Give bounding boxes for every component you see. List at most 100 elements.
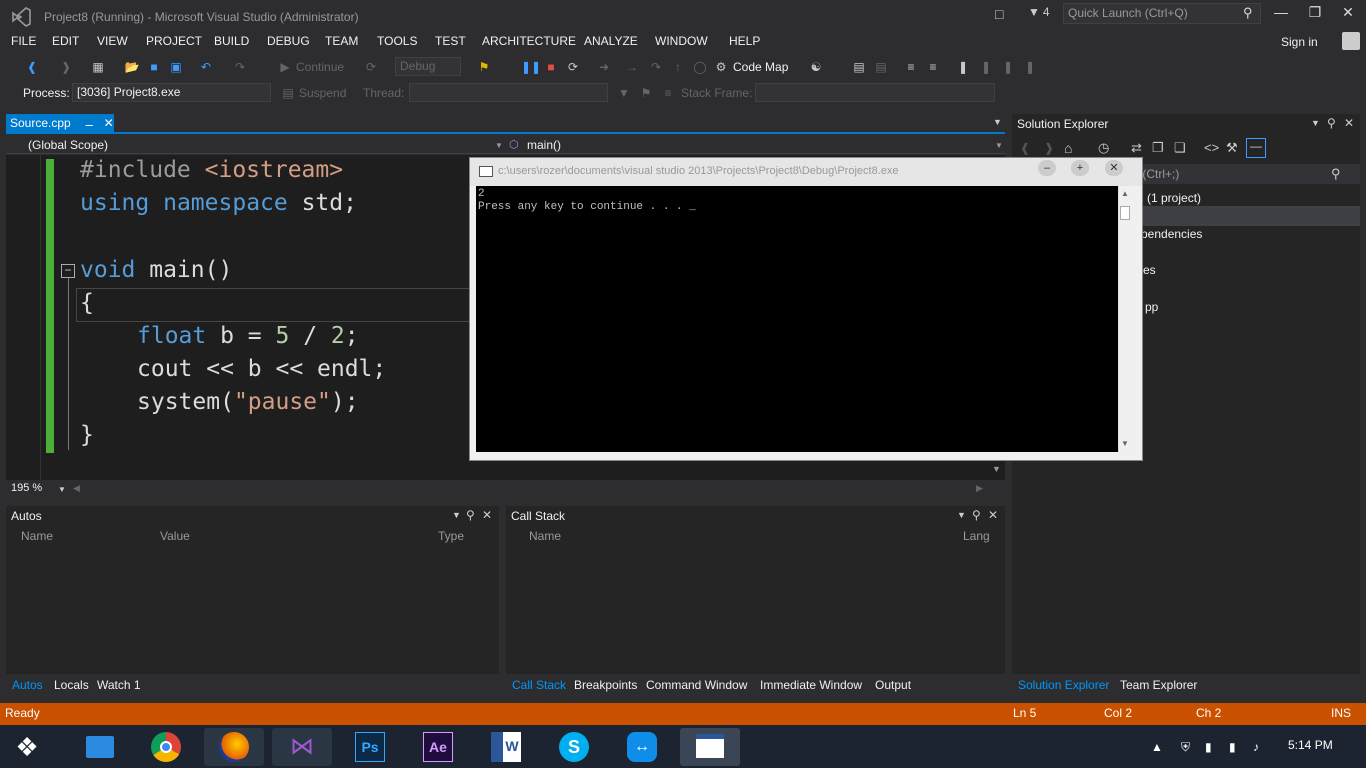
autos-options-icon[interactable]: ▼ (452, 510, 461, 520)
step-over-icon[interactable]: ↷ (648, 59, 664, 75)
stack-icon[interactable]: ≡ (660, 85, 676, 101)
volume-icon[interactable]: ♪ (1253, 740, 1259, 754)
back-icon[interactable]: ❰ (1020, 141, 1030, 155)
scope-dropdown-icon[interactable]: ▼ (495, 141, 503, 150)
call-stack-col-name[interactable]: Name (529, 529, 561, 543)
teamviewer-icon[interactable]: ↔ (612, 728, 672, 766)
uncomment-icon[interactable]: ≡ (925, 59, 941, 75)
call-stack-options-icon[interactable]: ▼ (957, 510, 966, 520)
visual-studio-taskbar-icon[interactable]: ⋈ (272, 728, 332, 766)
menu-team[interactable]: TEAM (325, 34, 358, 48)
show-next-statement-icon[interactable]: ➜ (596, 59, 612, 75)
forward-icon[interactable]: ❱ (1044, 141, 1054, 155)
tab-breakpoints[interactable]: Breakpoints (574, 678, 637, 692)
zoom-select[interactable]: 195 % (11, 482, 42, 494)
restart-dropdown-icon[interactable]: ⟳ (363, 59, 379, 75)
notification-icon[interactable]: □ (995, 6, 1003, 22)
menu-architecture[interactable]: ARCHITECTURE (482, 34, 576, 48)
skype-icon[interactable]: S (544, 728, 604, 766)
file-explorer-icon[interactable] (70, 728, 130, 766)
scroll-right-icon[interactable]: ▶ (976, 483, 983, 494)
console-maximize-icon[interactable]: + (1071, 160, 1089, 176)
new-project-icon[interactable]: ▦ (90, 59, 106, 75)
member-select[interactable]: main() (527, 138, 561, 152)
redo-icon[interactable]: ↷ (232, 59, 248, 75)
tab-autos[interactable]: Autos (12, 678, 43, 692)
scroll-left-icon[interactable]: ◀ (73, 483, 80, 494)
stop-icon[interactable]: ■ (543, 59, 559, 75)
tab-source-cpp[interactable]: Source.cpp ⚊ ✕ (6, 114, 114, 132)
restore-button[interactable]: ❐ (1303, 4, 1327, 24)
step-into-icon[interactable]: → (624, 59, 640, 75)
forward-icon[interactable]: ❱ (58, 59, 74, 75)
console-scroll-up-icon[interactable]: ▲ (1121, 189, 1129, 198)
menu-build[interactable]: BUILD (214, 34, 249, 48)
word-icon[interactable]: W (476, 728, 536, 766)
search-icon[interactable]: ⚲ (1243, 5, 1253, 21)
code-map-button[interactable]: Code Map (733, 60, 788, 74)
avatar-icon[interactable] (1342, 32, 1360, 50)
menu-analyze[interactable]: ANALYZE (584, 34, 638, 48)
properties-icon[interactable]: ⚒ (1226, 140, 1238, 156)
continue-button[interactable]: Continue (296, 60, 344, 74)
console-minimize-icon[interactable]: – (1038, 160, 1056, 176)
toggle-icon[interactable]: ▤ (851, 59, 867, 75)
feedback-flag[interactable]: ▼ 4 (1028, 5, 1050, 19)
save-icon[interactable]: ■ (146, 59, 162, 75)
pin-icon[interactable]: ⚲ (1327, 116, 1336, 130)
tab-call-stack[interactable]: Call Stack (512, 678, 566, 692)
photoshop-icon[interactable]: Ps (340, 728, 400, 766)
close-window-button[interactable]: ✕ (1336, 4, 1360, 24)
menu-tools[interactable]: TOOLS (377, 34, 417, 48)
home-icon[interactable]: ⌂ (1064, 140, 1072, 156)
show-all-files-icon[interactable]: ❏ (1174, 140, 1186, 156)
menu-debug[interactable]: DEBUG (267, 34, 310, 48)
tab-output[interactable]: Output (875, 678, 911, 692)
start-button-icon[interactable]: ❖ (10, 730, 44, 764)
console-scroll-down-icon[interactable]: ▼ (1121, 439, 1129, 448)
member-dropdown-icon[interactable]: ▼ (995, 141, 1003, 150)
tab-locals[interactable]: Locals (54, 678, 89, 692)
prev-bookmark-icon[interactable]: ❚ (978, 59, 994, 75)
panel-options-icon[interactable]: ▼ (1311, 118, 1320, 128)
autos-col-value[interactable]: Value (160, 529, 190, 543)
attach-icon[interactable]: ⚑ (476, 59, 492, 75)
undo-icon[interactable]: ↶ (198, 59, 214, 75)
open-file-icon[interactable]: 📂 (124, 59, 140, 75)
clear-bookmarks-icon[interactable]: ❚ (1022, 59, 1038, 75)
quick-launch-input[interactable]: Quick Launch (Ctrl+Q) (1063, 3, 1261, 24)
tab-immediate-window[interactable]: Immediate Window (760, 678, 862, 692)
firefox-icon[interactable] (204, 728, 264, 766)
indent-icon[interactable]: ▤ (873, 59, 889, 75)
close-tab-icon[interactable]: ✕ (104, 116, 114, 130)
filter-icon[interactable]: ▼ (616, 85, 632, 101)
tab-solution-explorer[interactable]: Solution Explorer (1018, 678, 1109, 692)
scroll-down-icon[interactable]: ▼ (992, 464, 1001, 474)
collapse-icon[interactable]: − (61, 264, 75, 278)
console-taskbar-icon[interactable] (680, 728, 740, 766)
next-bookmark-icon[interactable]: ❚ (1000, 59, 1016, 75)
chrome-icon[interactable] (136, 728, 196, 766)
bookmark-icon[interactable]: ❚ (955, 59, 971, 75)
comment-icon[interactable]: ≡ (903, 59, 919, 75)
step-out-icon[interactable]: ↑ (670, 59, 686, 75)
security-icon[interactable]: ⛨ (1181, 740, 1190, 755)
clock-time[interactable]: 5:14 PM (1288, 738, 1333, 752)
scope-select[interactable]: (Global Scope) (28, 138, 108, 152)
tab-dropdown-icon[interactable]: ▼ (993, 117, 1002, 127)
console-scrollbar[interactable] (1118, 186, 1134, 452)
zoom-dropdown-icon[interactable]: ▼ (58, 485, 66, 494)
menu-view[interactable]: VIEW (97, 34, 128, 48)
configuration-select[interactable]: Debug (395, 57, 461, 76)
threads-icon[interactable]: ☯ (808, 59, 824, 75)
menu-edit[interactable]: EDIT (52, 34, 79, 48)
collapse-all-icon[interactable]: ❐ (1152, 140, 1164, 156)
view-code-icon[interactable]: <> (1204, 140, 1219, 155)
after-effects-icon[interactable]: Ae (408, 728, 468, 766)
restart-icon[interactable]: ⟳ (565, 59, 581, 75)
menu-test[interactable]: TEST (435, 34, 466, 48)
header-files-node[interactable]: es (1143, 263, 1156, 277)
call-stack-col-lang[interactable]: Lang (963, 529, 990, 543)
autos-pin-icon[interactable]: ⚲ (466, 508, 475, 522)
continue-icon[interactable]: ▶ (277, 59, 293, 75)
